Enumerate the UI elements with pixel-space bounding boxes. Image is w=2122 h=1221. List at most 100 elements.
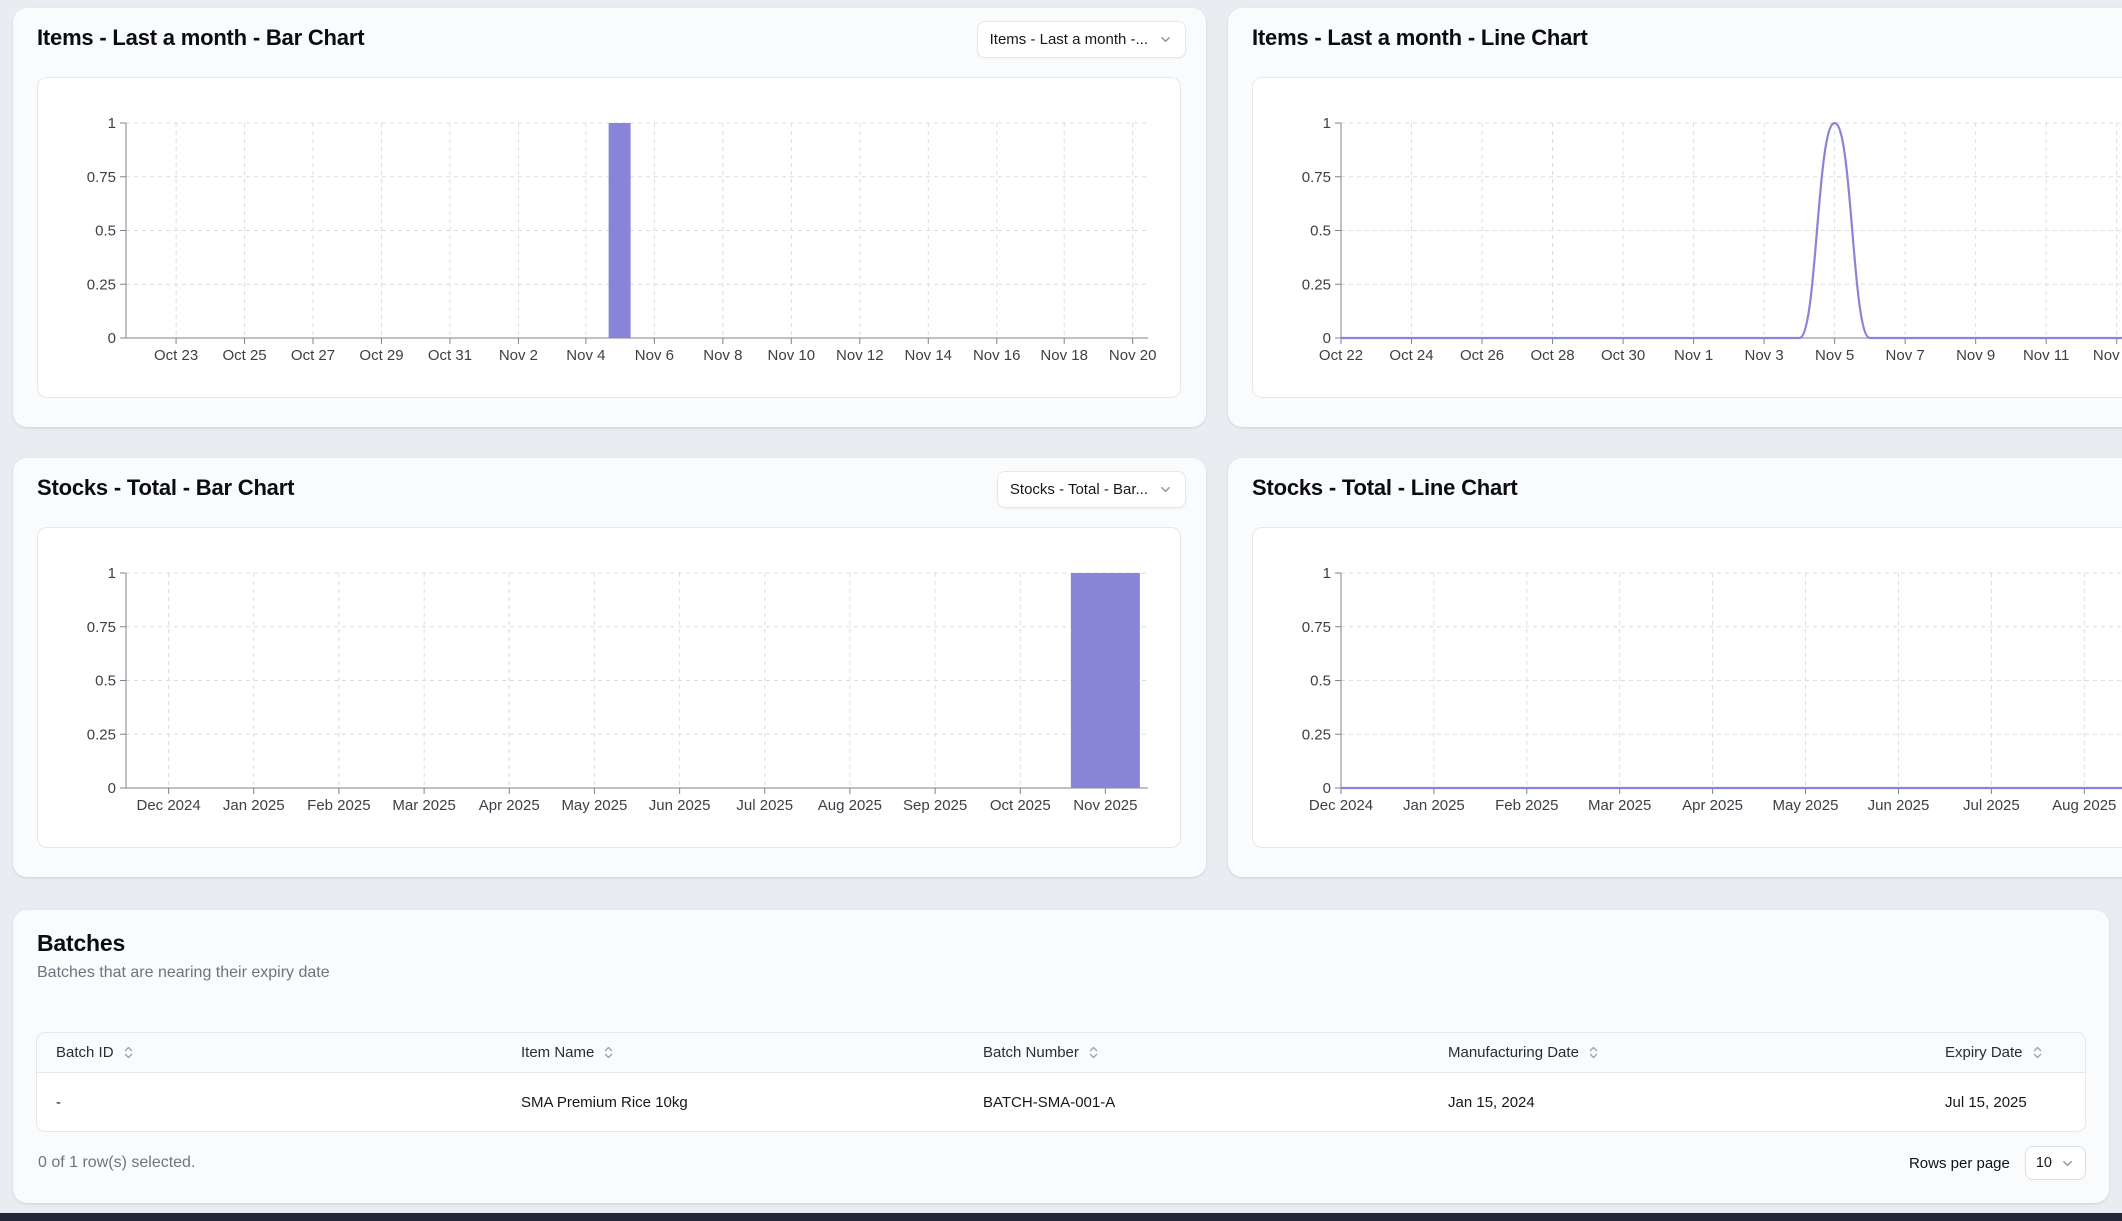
svg-text:May 2025: May 2025 [1773, 797, 1839, 814]
svg-text:Aug 2025: Aug 2025 [818, 797, 882, 814]
stocks-line-chart-card: Stocks - Total - Line Chart 00.250.50.75… [1228, 458, 2122, 877]
svg-text:Aug 2025: Aug 2025 [2052, 797, 2116, 814]
table-row[interactable]: - SMA Premium Rice 10kg BATCH-SMA-001-A … [37, 1073, 2085, 1131]
svg-text:Feb 2025: Feb 2025 [1495, 797, 1558, 814]
svg-text:1: 1 [108, 565, 116, 582]
stocks-chart-dropdown-label: Stocks - Total - Bar... [1010, 481, 1148, 498]
svg-text:0.25: 0.25 [87, 726, 116, 743]
svg-text:Oct 25: Oct 25 [222, 347, 266, 364]
cell-item-name: SMA Premium Rice 10kg [502, 1094, 964, 1111]
svg-text:0.25: 0.25 [1302, 726, 1331, 743]
svg-text:Nov 20: Nov 20 [1109, 347, 1157, 364]
svg-text:0.5: 0.5 [1310, 673, 1331, 690]
column-header-batch-id[interactable]: Batch ID [37, 1044, 502, 1061]
svg-text:0.75: 0.75 [1302, 169, 1331, 186]
table-header-row: Batch ID Item Name Batch Number Manufact… [37, 1033, 2085, 1073]
chevron-down-icon [1158, 32, 1173, 47]
svg-text:Nov 16: Nov 16 [973, 347, 1021, 364]
cell-expiry-date: Jul 15, 2025 [1926, 1094, 2085, 1111]
column-label: Manufacturing Date [1448, 1044, 1579, 1061]
items-line-chart-card: Items - Last a month - Line Chart 0 0.25 0… [1228, 8, 2122, 427]
svg-text:Jun 2025: Jun 2025 [1868, 797, 1930, 814]
batches-header: Batches Batches that are nearing their e… [13, 910, 2109, 982]
stocks-line-chart-box: 00.250.50.751Dec 2024Jan 2025Feb 2025Mar… [1252, 527, 2122, 848]
svg-text:Dec 2024: Dec 2024 [1309, 797, 1373, 814]
svg-text:Nov 18: Nov 18 [1040, 347, 1088, 364]
svg-text:Oct 29: Oct 29 [359, 347, 403, 364]
svg-text:Apr 2025: Apr 2025 [479, 797, 540, 814]
svg-text:Jan 2025: Jan 2025 [1403, 797, 1465, 814]
svg-text:0.25: 0.25 [87, 276, 116, 293]
svg-text:Jun 2025: Jun 2025 [649, 797, 711, 814]
svg-text:Nov 2025: Nov 2025 [1073, 797, 1137, 814]
svg-text:Oct 26: Oct 26 [1460, 347, 1504, 364]
rows-per-page: Rows per page 10 [1909, 1146, 2086, 1180]
svg-text:Nov 9: Nov 9 [1956, 347, 1995, 364]
column-header-expiry-date[interactable]: Expiry Date [1926, 1044, 2085, 1061]
batches-footer: 0 of 1 row(s) selected. Rows per page 10 [36, 1145, 2086, 1181]
column-header-batch-number[interactable]: Batch Number [964, 1044, 1429, 1061]
batches-title: Batches [37, 930, 2085, 957]
cell-manufacturing-date: Jan 15, 2024 [1429, 1094, 1926, 1111]
svg-text:Nov 14: Nov 14 [905, 347, 953, 364]
chart-title: Items - Last a month - Line Chart [1252, 25, 1588, 51]
items-line-chart-box: 00.250.50.751Oct 22Oct 24Oct 26Oct 28Oct… [1252, 77, 2122, 398]
chart-title: Stocks - Total - Line Chart [1252, 475, 1518, 501]
stocks-chart-dropdown[interactable]: Stocks - Total - Bar... [997, 471, 1186, 508]
bottom-edge-bar [0, 1213, 2122, 1221]
svg-text:0.25: 0.25 [1302, 276, 1331, 293]
cell-batch-id: - [37, 1094, 502, 1111]
svg-text:Apr 2025: Apr 2025 [1682, 797, 1743, 814]
svg-text:Oct 2025: Oct 2025 [990, 797, 1051, 814]
batches-subtitle: Batches that are nearing their expiry da… [37, 964, 2085, 982]
svg-text:Nov 8: Nov 8 [703, 347, 742, 364]
stocks-bar-chart: 00.250.50.751Dec 2024Jan 2025Feb 2025Mar… [38, 528, 1180, 847]
column-label: Batch ID [56, 1044, 114, 1061]
sort-icon [601, 1045, 616, 1060]
svg-text:Oct 23: Oct 23 [154, 347, 198, 364]
dashboard: { "controls": { "items_dropdown_label": … [0, 0, 2122, 1221]
rows-per-page-select[interactable]: 10 [2025, 1146, 2086, 1180]
items-bar-chart-card: Items - Last a month - Bar Chart Items -… [13, 8, 1206, 427]
column-label: Batch Number [983, 1044, 1079, 1061]
column-label: Expiry Date [1945, 1044, 2023, 1061]
items-chart-dropdown[interactable]: Items - Last a month -... [977, 21, 1186, 58]
svg-text:Sep 2025: Sep 2025 [903, 797, 967, 814]
svg-text:Jan 2025: Jan 2025 [223, 797, 285, 814]
sort-icon [2030, 1045, 2045, 1060]
sort-icon [1586, 1045, 1601, 1060]
column-header-manufacturing-date[interactable]: Manufacturing Date [1429, 1044, 1926, 1061]
stocks-bar-chart-box: 00.250.50.751Dec 2024Jan 2025Feb 2025Mar… [37, 527, 1181, 848]
chart-title: Stocks - Total - Bar Chart [37, 475, 294, 501]
svg-text:0.5: 0.5 [1310, 223, 1331, 240]
svg-text:Nov 5: Nov 5 [1815, 347, 1854, 364]
svg-text:Dec 2024: Dec 2024 [137, 797, 201, 814]
sort-icon [121, 1045, 136, 1060]
svg-text:Nov 2: Nov 2 [499, 347, 538, 364]
column-header-item-name[interactable]: Item Name [502, 1044, 964, 1061]
svg-text:0.5: 0.5 [95, 673, 116, 690]
svg-text:Nov 1: Nov 1 [1674, 347, 1713, 364]
svg-text:Nov 10: Nov 10 [768, 347, 816, 364]
cell-batch-number: BATCH-SMA-001-A [964, 1094, 1429, 1111]
svg-text:Nov 13: Nov 13 [2093, 347, 2122, 364]
svg-text:Jul 2025: Jul 2025 [736, 797, 793, 814]
stocks-bar-chart-card: Stocks - Total - Bar Chart Stocks - Tota… [13, 458, 1206, 877]
svg-text:0: 0 [1323, 330, 1331, 347]
column-label: Item Name [521, 1044, 594, 1061]
svg-text:0: 0 [1323, 780, 1331, 797]
svg-text:0.5: 0.5 [95, 223, 116, 240]
svg-text:1: 1 [1323, 115, 1331, 132]
svg-text:Oct 30: Oct 30 [1601, 347, 1645, 364]
svg-text:May 2025: May 2025 [561, 797, 627, 814]
svg-text:Oct 22: Oct 22 [1319, 347, 1363, 364]
svg-text:Oct 28: Oct 28 [1530, 347, 1574, 364]
svg-text:Mar 2025: Mar 2025 [392, 797, 455, 814]
selected-rows-text: 0 of 1 row(s) selected. [36, 1154, 195, 1172]
chart-title: Items - Last a month - Bar Chart [37, 25, 364, 51]
svg-text:1: 1 [1323, 565, 1331, 582]
svg-text:Nov 3: Nov 3 [1745, 347, 1784, 364]
svg-text:Nov 4: Nov 4 [566, 347, 605, 364]
svg-text:Nov 11: Nov 11 [2023, 347, 2069, 364]
svg-text:0: 0 [108, 780, 116, 797]
